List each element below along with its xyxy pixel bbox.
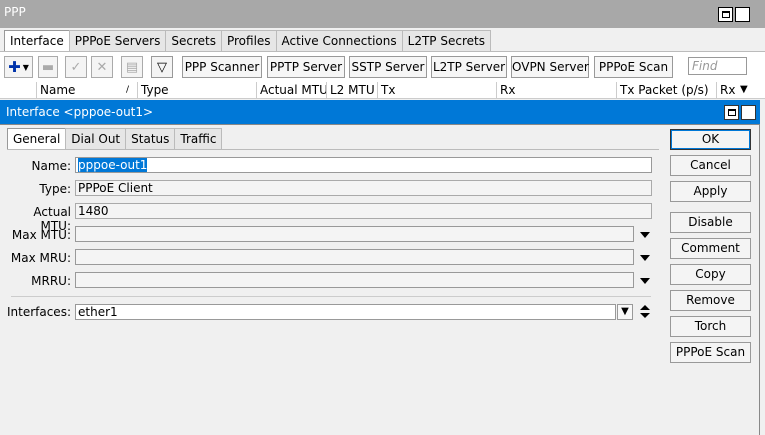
comment-note-icon[interactable]: ▤ <box>121 56 143 78</box>
disable-button[interactable]: Disable <box>670 212 751 233</box>
pptp-server-button[interactable]: PPTP Server <box>267 56 345 78</box>
dialog-maximize-icon[interactable] <box>724 105 739 120</box>
ovpn-server-button[interactable]: OVPN Server <box>511 56 589 78</box>
l2tp-server-button[interactable]: L2TP Server <box>431 56 507 78</box>
comment-button[interactable]: Comment <box>670 238 751 259</box>
tab-profiles[interactable]: Profiles <box>220 30 277 52</box>
mrru-field[interactable] <box>75 272 634 288</box>
interfaces-field[interactable]: ether1 <box>75 304 616 320</box>
torch-button[interactable]: Torch <box>670 316 751 337</box>
tab-interface[interactable]: Interface <box>4 30 70 53</box>
tab-traffic[interactable]: Traffic <box>174 128 223 149</box>
max-mru-dropdown-icon[interactable] <box>640 255 650 261</box>
column-actual-mtu[interactable]: Actual MTU <box>256 82 328 99</box>
close-icon[interactable]: ✕ <box>735 7 750 22</box>
dialog-title-bar[interactable]: Interface <pppoe-out1> ✕ <box>0 100 760 124</box>
column-tx-packet[interactable]: Tx Packet (p/s) <box>616 82 716 99</box>
dialog-close-icon[interactable]: ✕ <box>741 105 756 120</box>
column-rx-packet[interactable]: Rx <box>716 82 738 99</box>
find-input[interactable]: Find <box>688 57 747 75</box>
column-l2-mtu[interactable]: L2 MTU <box>326 82 377 99</box>
apply-button[interactable]: Apply <box>670 181 751 202</box>
pppoe-scan-button[interactable]: PPPoE Scan <box>670 342 751 363</box>
interfaces-select-chevron-down-icon[interactable]: ▼ <box>617 304 633 320</box>
column-menu-chevron-down-icon[interactable]: ▼ <box>740 84 748 95</box>
name-label: Name: <box>31 159 71 173</box>
interfaces-label: Interfaces: <box>6 305 71 319</box>
column-tx[interactable]: Tx <box>377 82 496 99</box>
interface-table-header: Name / Type Actual MTU L2 MTU Tx Rx Tx Pa… <box>0 82 765 99</box>
dialog-title: Interface <pppoe-out1> <box>6 105 154 119</box>
ppp-title-bar[interactable]: PPP ✕ <box>0 0 765 28</box>
tab-active-connections[interactable]: Active Connections <box>275 30 403 52</box>
tab-l2tp-secrets[interactable]: L2TP Secrets <box>401 30 491 52</box>
ppp-window-title: PPP <box>4 5 26 19</box>
pppoe-scan-toolbar-button[interactable]: PPPoE Scan <box>594 56 673 78</box>
max-mtu-dropdown-icon[interactable] <box>640 232 650 238</box>
disable-x-icon[interactable]: ✕ <box>91 56 113 78</box>
dialog-title-divider <box>0 124 760 125</box>
tab-pppoe-servers[interactable]: PPPoE Servers <box>68 30 167 52</box>
max-mtu-label: Max MTU: <box>11 228 71 242</box>
column-type[interactable]: Type <box>137 82 256 99</box>
max-mtu-field[interactable] <box>75 226 634 242</box>
type-field: PPPoE Client <box>75 180 652 196</box>
mrru-label: MRRU: <box>31 274 71 288</box>
ok-button[interactable]: OK <box>670 129 751 150</box>
tab-status[interactable]: Status <box>125 128 176 149</box>
ppp-scanner-button[interactable]: PPP Scanner <box>182 56 262 78</box>
ppp-tabs: Interface PPPoE Servers Secrets Profiles… <box>4 30 491 53</box>
tab-dial-out[interactable]: Dial Out <box>65 128 127 149</box>
remove-button[interactable]: Remove <box>670 290 751 311</box>
name-field[interactable]: pppoe-out1 <box>75 157 652 173</box>
fields-divider <box>11 296 651 297</box>
cancel-button[interactable]: Cancel <box>670 155 751 176</box>
column-name[interactable]: Name / <box>36 82 137 99</box>
name-value: pppoe-out1 <box>78 158 148 172</box>
interfaces-updown-icon[interactable] <box>640 305 650 319</box>
copy-button[interactable]: Copy <box>670 264 751 285</box>
dialog-tabs: General Dial Out Status Traffic <box>7 128 223 150</box>
ppp-toolbar: ✚ ▼ ▬ ✓ ✕ ▤ ▽ PPP Scanner PPTP Server SST… <box>0 52 765 82</box>
sstp-server-button[interactable]: SSTP Server <box>349 56 427 78</box>
actual-mtu-field: 1480 <box>75 203 652 219</box>
type-label: Type: <box>39 182 71 196</box>
column-rx[interactable]: Rx <box>496 82 616 99</box>
maximize-icon[interactable] <box>718 7 733 22</box>
max-mru-label: Max MRU: <box>10 251 71 265</box>
tab-general[interactable]: General <box>7 128 67 150</box>
mrru-dropdown-icon[interactable] <box>640 278 650 284</box>
tab-secrets[interactable]: Secrets <box>165 30 222 52</box>
minus-icon[interactable]: ▬ <box>38 56 58 78</box>
enable-check-icon[interactable]: ✓ <box>65 56 87 78</box>
plus-icon[interactable]: ✚ ▼ <box>4 56 33 78</box>
max-mru-field[interactable] <box>75 249 634 265</box>
filter-icon[interactable]: ▽ <box>151 56 173 78</box>
